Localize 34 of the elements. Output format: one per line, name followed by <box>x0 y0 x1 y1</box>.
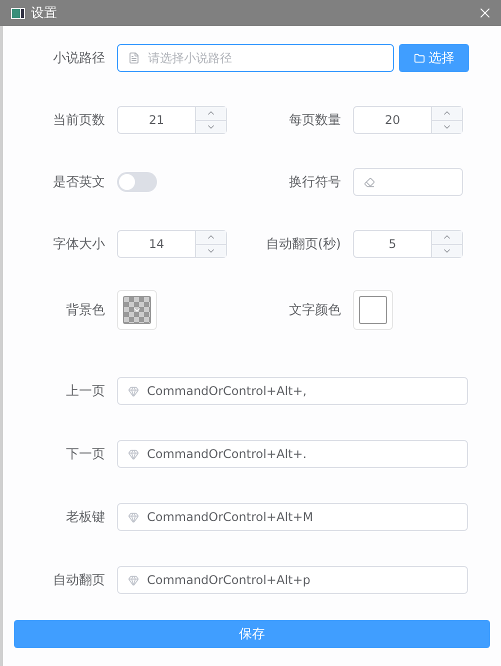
eraser-icon <box>364 176 375 188</box>
shortcut-input[interactable]: CommandOrControl+Alt+M <box>117 503 468 531</box>
field-label: 每页数量 <box>288 112 341 129</box>
input-field[interactable] <box>353 168 463 196</box>
field-label: 小说路径 <box>52 50 105 67</box>
gem-icon <box>128 574 139 586</box>
shortcut-input[interactable]: CommandOrControl+Alt+, <box>117 377 468 405</box>
field-label: 文字颜色 <box>288 302 341 319</box>
gem-icon <box>128 386 139 396</box>
folder-icon <box>414 52 424 64</box>
field-label: 背景色 <box>65 302 105 319</box>
toggle-switch[interactable] <box>117 172 157 192</box>
color-picker[interactable] <box>117 290 157 330</box>
number-input[interactable]: 5 <box>353 230 463 258</box>
field-label: 老板键 <box>65 509 105 526</box>
gem-icon <box>128 448 139 460</box>
field-label: 自动翻页 <box>52 572 105 589</box>
shortcut-input[interactable]: CommandOrControl+Alt+p <box>117 566 468 594</box>
field-label: 上一页 <box>65 383 105 400</box>
shortcut-input[interactable]: CommandOrControl+Alt+. <box>117 440 468 468</box>
field-label: 自动翻页(秒) <box>264 236 341 253</box>
number-input[interactable]: 14 <box>117 230 227 258</box>
field-label: 当前页数 <box>52 112 105 129</box>
number-input[interactable]: 21 <box>117 106 227 134</box>
number-input[interactable]: 20 <box>353 106 463 134</box>
gem-icon <box>128 512 139 522</box>
field-label: 下一页 <box>65 446 105 463</box>
window-icon <box>11 8 25 18</box>
window-title: 设置 <box>31 5 58 22</box>
document-icon <box>128 52 140 64</box>
field-label: 换行符号 <box>288 174 341 191</box>
field-label: 字体大小 <box>52 236 105 253</box>
color-picker[interactable] <box>353 290 393 330</box>
field-label: 是否英文 <box>52 174 105 191</box>
